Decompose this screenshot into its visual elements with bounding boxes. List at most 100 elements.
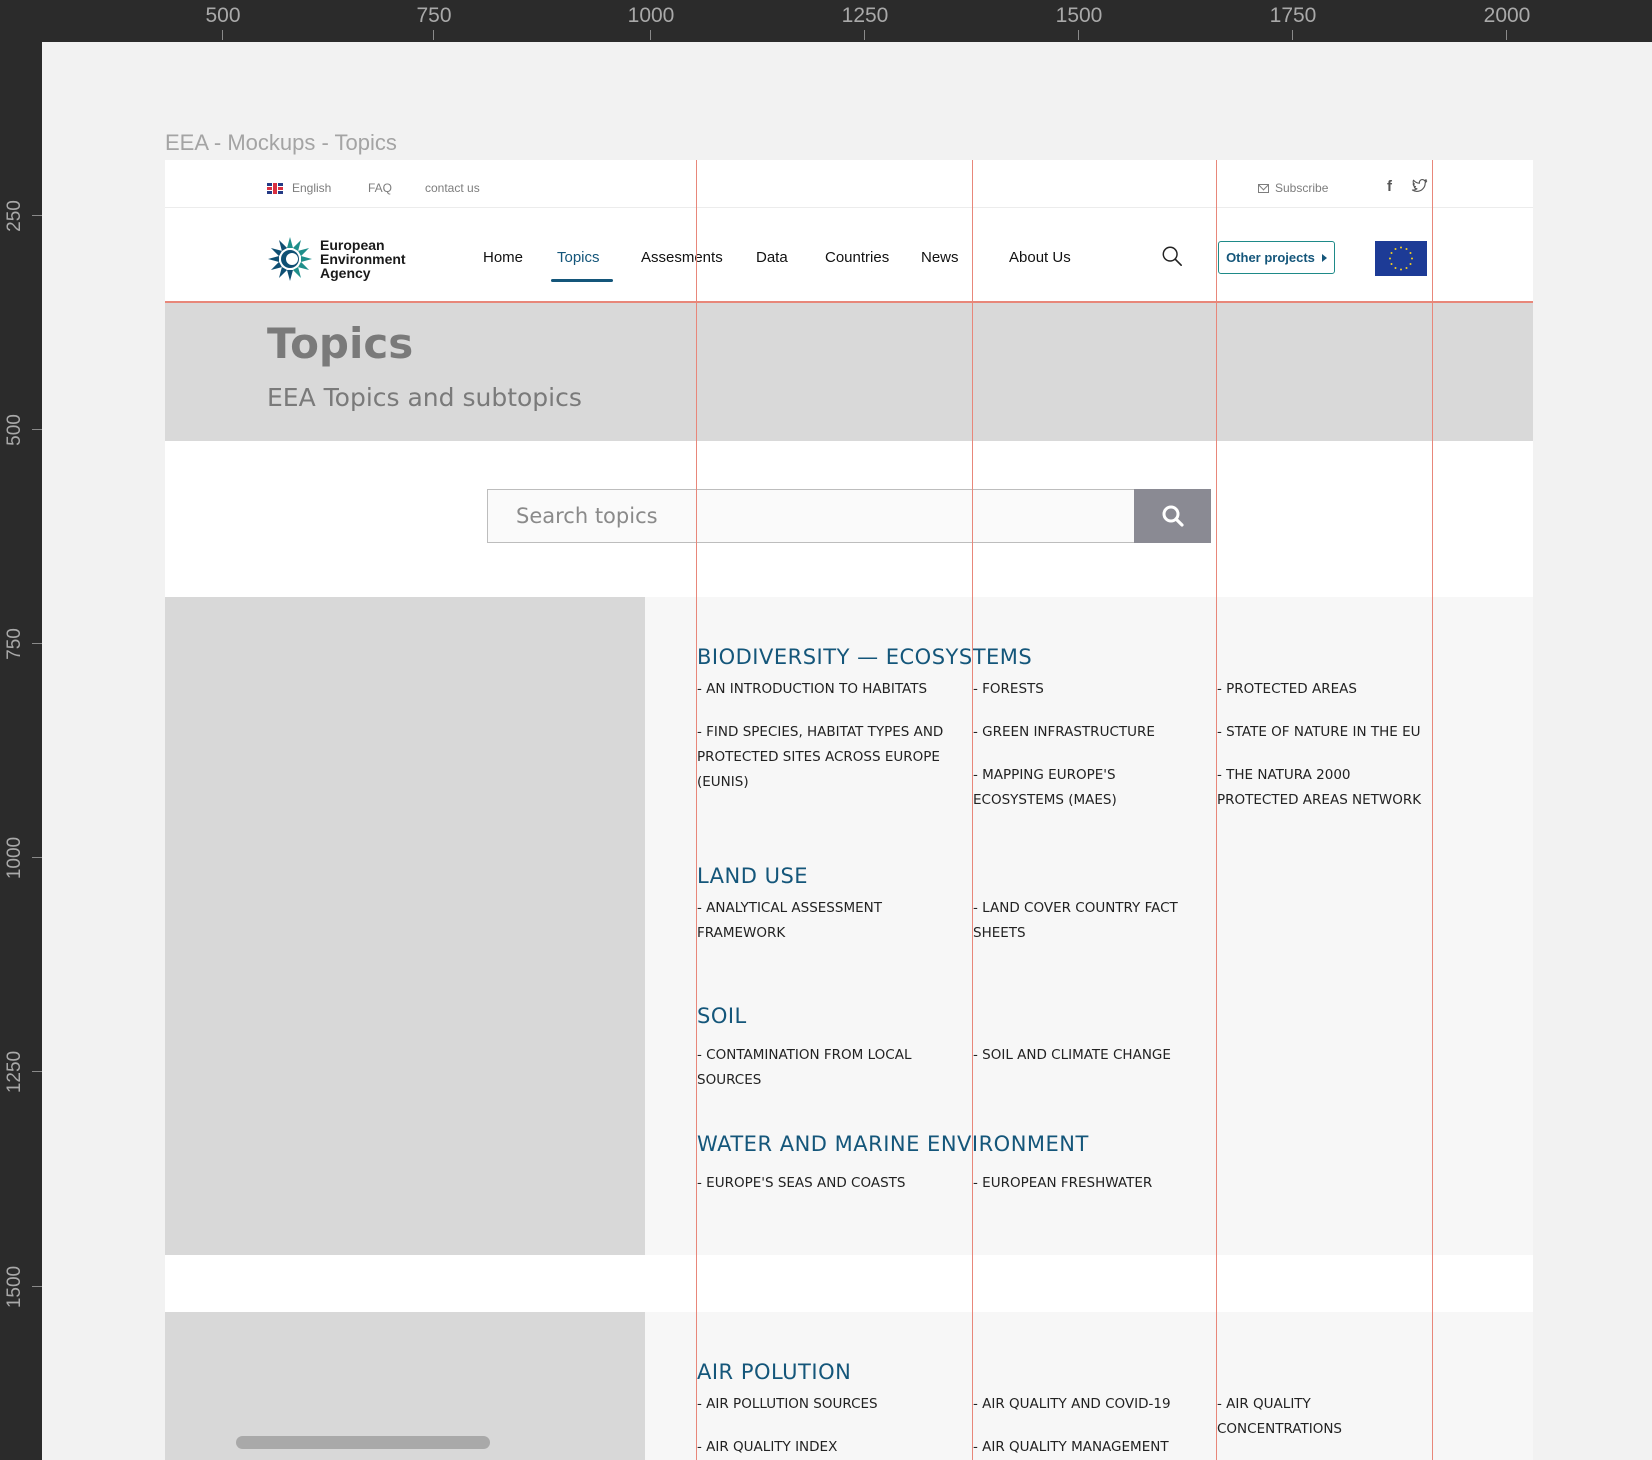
ruler-label: 1500 <box>1055 4 1103 27</box>
twitter-icon[interactable] <box>1411 177 1428 194</box>
ruler-label: 500 <box>4 414 25 446</box>
facebook-icon[interactable]: f <box>1387 178 1392 195</box>
subtopic-link[interactable]: - FIND SPECIES, HABITAT TYPES AND PROTEC… <box>697 720 947 795</box>
subtopic-link[interactable]: - AIR QUALITY AND COVID-19 <box>973 1392 1208 1417</box>
logo-line: European <box>320 237 385 253</box>
design-canvas[interactable]: EEA - Mockups - Topics English FAQ conta… <box>42 42 1652 1460</box>
column-guide <box>696 160 697 1460</box>
ruler-tick: 1000 <box>0 828 42 888</box>
ruler-label: 1250 <box>4 1050 25 1094</box>
subtopic-link[interactable]: - AIR QUALITY MANAGEMENT <box>973 1435 1208 1460</box>
nav-topics[interactable]: Topics <box>557 249 600 266</box>
ruler-label: 750 <box>4 628 25 660</box>
ruler-label: 1250 <box>841 4 889 27</box>
hero-banner: Topics EEA Topics and subtopics <box>165 303 1533 441</box>
topic-section: BIODIVERSITY — ECOSYSTEMS - AN INTRODUCT… <box>165 597 1533 1255</box>
ruler-tick: 1250 <box>0 1042 42 1102</box>
active-nav-indicator <box>551 279 613 282</box>
nav-assesments[interactable]: Assesments <box>641 249 723 266</box>
section-image-placeholder <box>165 597 645 1255</box>
horizontal-scrollbar[interactable] <box>236 1436 490 1449</box>
ruler-tick: 500 <box>193 0 253 40</box>
subtopic-link[interactable]: - EUROPEAN FRESHWATER <box>973 1171 1208 1196</box>
column-guide <box>972 160 973 1460</box>
ruler-tick: 250 <box>0 186 42 246</box>
subtopic-link[interactable]: - MAPPING EUROPE'S ECOSYSTEMS (MAES) <box>973 763 1208 813</box>
subtopic-link[interactable]: - SOIL AND CLIMATE CHANGE <box>973 1043 1208 1068</box>
search-icon <box>1162 505 1184 527</box>
envelope-icon <box>1258 183 1269 193</box>
faq-link[interactable]: FAQ <box>368 181 392 195</box>
subtopic-link[interactable]: - CONTAMINATION FROM LOCAL SOURCES <box>697 1043 947 1093</box>
ruler-tick: 1500 <box>1049 0 1109 40</box>
ruler-label: 1750 <box>1269 4 1317 27</box>
uk-flag-icon <box>267 182 283 194</box>
column-guide <box>1432 160 1433 1460</box>
artboard-label[interactable]: EEA - Mockups - Topics <box>165 130 397 156</box>
column-guide <box>1216 160 1217 1460</box>
contact-link[interactable]: contact us <box>425 181 480 195</box>
subscribe-label: Subscribe <box>1275 181 1329 195</box>
ruler-top: 500 750 1000 1250 1500 1750 2000 <box>0 0 1652 42</box>
subtopic-link[interactable]: - PROTECTED AREAS <box>1217 677 1427 702</box>
subtopic-link[interactable]: - AIR QUALITY CONCENTRATIONS <box>1217 1392 1387 1442</box>
subtopic-link[interactable]: - AIR QUALITY INDEX <box>697 1435 947 1460</box>
ruler-left: 250 500 750 1000 1250 1500 <box>0 42 42 1460</box>
eea-logo[interactable]: European Environment Agency <box>266 235 406 283</box>
nav-about-us[interactable]: About Us <box>1009 249 1071 266</box>
top-utility-bar: English FAQ contact us Subscribe f <box>165 160 1533 208</box>
ruler-tick: 2000 <box>1477 0 1537 40</box>
language-selector[interactable]: English <box>267 181 331 195</box>
subtopic-link[interactable]: - AIR POLLUTION SOURCES <box>697 1392 947 1417</box>
ruler-label: 500 <box>205 4 241 27</box>
ruler-tick: 1750 <box>1263 0 1323 40</box>
subtopic-link[interactable]: - EUROPE'S SEAS AND COASTS <box>697 1171 947 1196</box>
page-subtitle: EEA Topics and subtopics <box>267 383 582 412</box>
subtopic-link[interactable]: - AN INTRODUCTION TO HABITATS <box>697 677 947 702</box>
subtopic-link[interactable]: - LAND COVER COUNTRY FACT SHEETS <box>973 896 1208 946</box>
ruler-label: 1000 <box>4 836 25 880</box>
topic-title[interactable]: WATER AND MARINE ENVIRONMENT <box>697 1132 1089 1156</box>
ruler-tick: 750 <box>0 614 42 674</box>
ruler-tick: 1000 <box>621 0 681 40</box>
subtopic-link[interactable]: - GREEN INFRASTRUCTURE <box>973 720 1208 745</box>
topic-title[interactable]: LAND USE <box>697 864 808 888</box>
ruler-tick: 750 <box>404 0 464 40</box>
ruler-label: 1500 <box>4 1265 25 1309</box>
other-projects-label: Other projects <box>1226 250 1315 265</box>
page-title: Topics <box>267 319 414 368</box>
topic-search <box>487 489 1211 543</box>
artboard[interactable]: English FAQ contact us Subscribe f Europ… <box>165 160 1533 1460</box>
nav-data[interactable]: Data <box>756 249 788 266</box>
search-topics-input[interactable] <box>487 489 1134 543</box>
nav-countries[interactable]: Countries <box>825 249 889 266</box>
subscribe-link[interactable]: Subscribe <box>1258 181 1328 195</box>
eu-flag-icon[interactable] <box>1375 241 1427 276</box>
main-header: European Environment Agency Home Topics … <box>165 208 1533 303</box>
caret-right-icon <box>1321 253 1327 262</box>
subtopic-link[interactable]: - ANALYTICAL ASSESSMENT FRAMEWORK <box>697 896 947 946</box>
logo-line: Agency <box>320 265 371 281</box>
logo-text: European Environment Agency <box>320 238 406 280</box>
other-projects-button[interactable]: Other projects <box>1218 241 1335 274</box>
ruler-label: 1000 <box>627 4 675 27</box>
ruler-label: 750 <box>416 4 452 27</box>
language-label: English <box>292 181 332 195</box>
ruler-tick: 500 <box>0 400 42 460</box>
topic-title[interactable]: AIR POLUTION <box>697 1360 851 1384</box>
search-icon[interactable] <box>1161 245 1183 267</box>
ruler-label: 250 <box>4 200 25 232</box>
nav-home[interactable]: Home <box>483 249 523 266</box>
subtopic-link[interactable]: - FORESTS <box>973 677 1208 702</box>
ruler-tick: 1500 <box>0 1257 42 1317</box>
topic-title[interactable]: BIODIVERSITY — ECOSYSTEMS <box>697 645 1032 669</box>
search-button[interactable] <box>1134 489 1211 543</box>
eea-logo-icon <box>268 237 312 281</box>
logo-line: Environment <box>320 251 406 267</box>
subtopic-link[interactable]: - STATE OF NATURE IN THE EU <box>1217 720 1427 745</box>
topic-title[interactable]: SOIL <box>697 1004 747 1028</box>
subtopic-link[interactable]: - THE NATURA 2000 PROTECTED AREAS NETWOR… <box>1217 763 1427 813</box>
ruler-tick: 1250 <box>835 0 895 40</box>
nav-news[interactable]: News <box>921 249 959 266</box>
ruler-label: 2000 <box>1483 4 1531 27</box>
